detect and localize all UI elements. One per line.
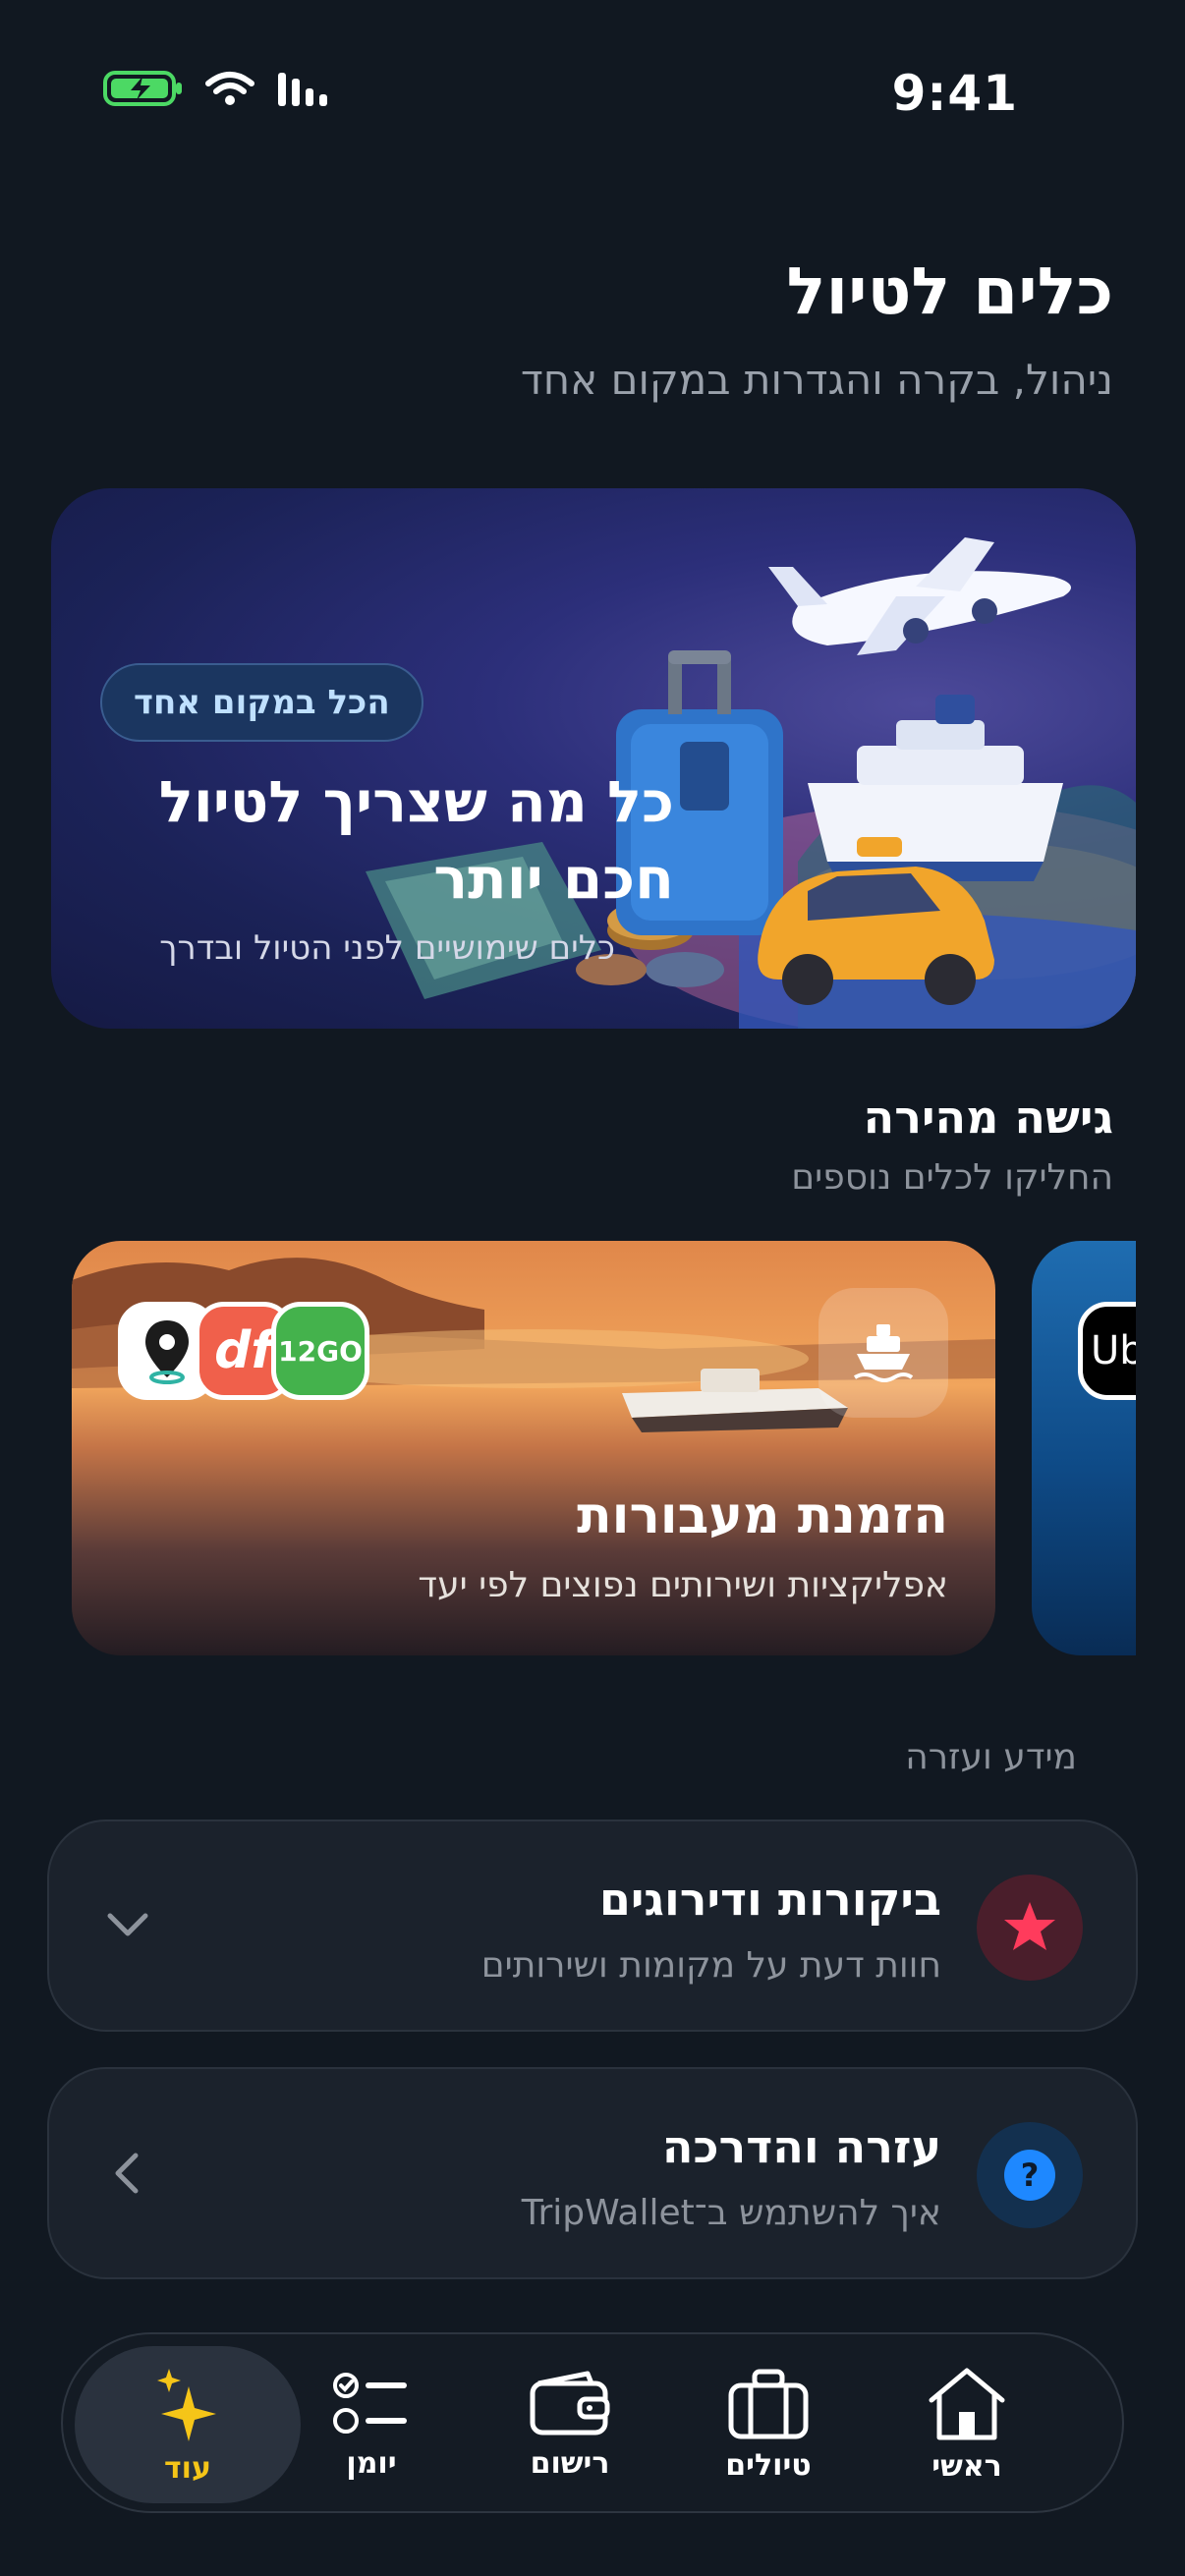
battery-charging-icon xyxy=(103,69,184,112)
ferry-card-title: הזמנת מעבורות xyxy=(577,1486,948,1545)
nav-trips-label: טיולים xyxy=(725,2447,812,2483)
sparkles-icon xyxy=(157,2368,216,2441)
ferry-card-description: אפליקציות ושירותים נפוצים לפי יעד xyxy=(418,1565,948,1605)
chevron-down-icon[interactable] xyxy=(98,1896,157,1955)
help-row[interactable]: ? עזרה והדרכה איך להשתמש ב־TripWallet xyxy=(47,2067,1138,2279)
ferry-booking-card[interactable]: df 12GO הזמנת מעבורות אפליקציות ושירותים… xyxy=(72,1241,995,1655)
reviews-title: ביקורות ודירוגים xyxy=(598,1873,941,1926)
nav-journal-label: יומן xyxy=(346,2445,397,2481)
nav-register[interactable]: רישום xyxy=(481,2334,658,2515)
info-section-label: מידע ועזרה xyxy=(905,1737,1077,1777)
checklist-icon xyxy=(333,2372,407,2434)
reviews-subtitle: חוות דעת על מקומות ושירותים xyxy=(480,1945,941,1986)
right-edge xyxy=(1136,1218,1185,1680)
page-title: כלים לטיול xyxy=(786,253,1113,329)
status-bar: 9:41 xyxy=(0,0,1185,196)
12go-app-icon[interactable]: 12GO xyxy=(271,1302,369,1400)
nav-more-label: עוד xyxy=(164,2450,211,2486)
page-subtitle: ניהול, בקרה והגדרות במקום אחד xyxy=(520,356,1113,404)
svg-text:?: ? xyxy=(1021,2156,1040,2194)
hero-description: כלים שימושיים לפני הטיול ובדרך xyxy=(159,928,615,968)
hero-title: כל מה שצריך לטיול חכם יותר xyxy=(158,768,674,912)
wifi-icon xyxy=(205,70,254,111)
nav-home-label: ראשי xyxy=(931,2448,1002,2484)
help-icon: ? xyxy=(977,2122,1083,2228)
quick-access-title: גישה מהירה xyxy=(863,1091,1113,1144)
bottom-nav: עוד יומן רישום טיולים ראשי xyxy=(61,2332,1124,2513)
taxi-card[interactable]: Ube xyxy=(1032,1241,1150,1655)
status-icons xyxy=(103,69,335,112)
nav-trips[interactable]: טיולים xyxy=(680,2334,857,2515)
nav-register-label: רישום xyxy=(530,2445,610,2481)
hero-badge: הכל במקום אחד xyxy=(100,663,423,742)
nav-journal[interactable]: יומן xyxy=(283,2334,460,2515)
status-time: 9:41 xyxy=(891,65,1018,122)
suitcase-icon xyxy=(728,2369,809,2438)
quick-access-subtitle: החליקו לכלים נוספים xyxy=(791,1157,1113,1198)
chevron-left-icon[interactable] xyxy=(98,2144,157,2203)
nav-more[interactable]: עוד xyxy=(75,2346,301,2503)
home-icon xyxy=(929,2368,1005,2439)
ship-icon xyxy=(818,1288,948,1418)
star-icon xyxy=(977,1875,1083,1981)
hero-banner[interactable]: הכל במקום אחד כל מה שצריך לטיול חכם יותר… xyxy=(51,488,1136,1029)
help-title: עזרה והדרכה xyxy=(661,2120,941,2173)
signal-icon xyxy=(276,69,335,112)
screen: 9:41 כלים לטיול ניהול, בקרה והגדרות במקו… xyxy=(0,0,1185,2576)
reviews-row[interactable]: ביקורות ודירוגים חוות דעת על מקומות ושיר… xyxy=(47,1820,1138,2032)
wallet-icon xyxy=(530,2371,610,2435)
help-subtitle: איך להשתמש ב־TripWallet xyxy=(521,2193,941,2233)
nav-home[interactable]: ראשי xyxy=(878,2334,1055,2515)
